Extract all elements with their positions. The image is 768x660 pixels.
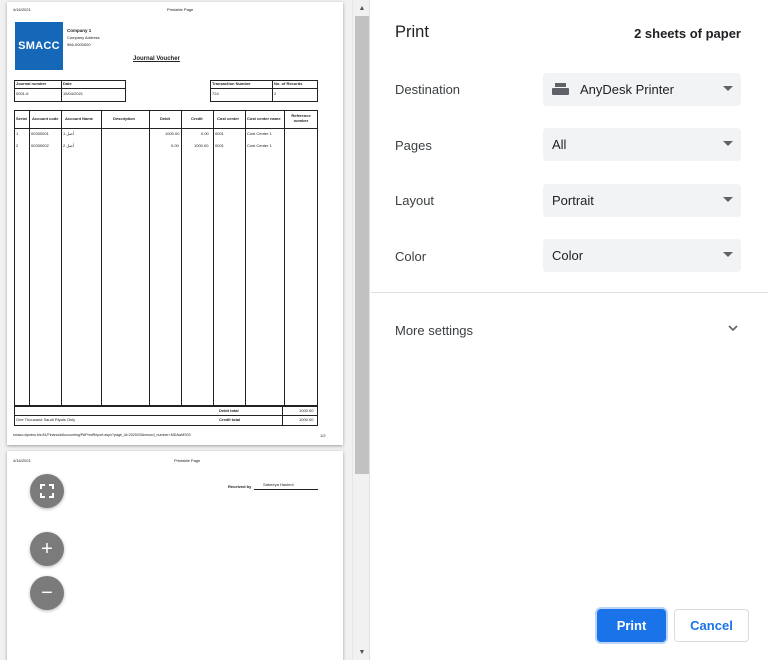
- document-title: Journal Voucher: [133, 56, 180, 62]
- page2-header-title: Printable Page: [174, 458, 201, 463]
- cancel-button[interactable]: Cancel: [674, 609, 749, 642]
- company-address: Company Address: [67, 35, 100, 40]
- col-cost-center-name: Cost center name: [247, 116, 281, 121]
- print-preview-pane: 4/16/2021 Printable Page SMACC Company 1…: [0, 0, 370, 660]
- transaction-number-value: 724: [212, 91, 219, 96]
- table-row-1-name: أصل 1: [63, 131, 74, 136]
- zoom-in-button[interactable]: +: [30, 532, 64, 566]
- zoom-out-button[interactable]: −: [30, 576, 64, 610]
- table-row-2-debit: 0.00: [171, 143, 179, 148]
- dropdown-caret-icon: [723, 141, 733, 146]
- company-logo: SMACC: [15, 22, 63, 70]
- pages-select[interactable]: All: [543, 128, 741, 161]
- pages-label: Pages: [395, 138, 432, 153]
- chevron-down-icon[interactable]: [728, 323, 738, 333]
- printer-icon: [552, 82, 569, 97]
- credit-total-label: Credit total: [219, 417, 241, 422]
- received-by-value: Sabeeya Hashmi: [263, 482, 294, 487]
- color-label: Color: [395, 249, 427, 264]
- dropdown-caret-icon: [723, 197, 733, 202]
- page2-header-date: 4/16/2021: [13, 458, 31, 463]
- table-row-2-costcenter-name: Cost Center 1: [247, 143, 272, 148]
- footer-url: smacc.dyndns.biz:81/FinancialAccounting/…: [13, 433, 191, 437]
- credit-total-value: 1000.00: [299, 417, 314, 422]
- color-select[interactable]: Color: [543, 239, 741, 272]
- table-row-1-credit: 0.00: [201, 131, 209, 136]
- records-label: No. of Records: [274, 81, 303, 86]
- print-dialog: 4/16/2021 Printable Page SMACC Company 1…: [0, 0, 768, 660]
- layout-label: Layout: [395, 193, 435, 208]
- col-serial: Serial: [16, 116, 27, 121]
- dropdown-caret-icon: [723, 252, 733, 257]
- col-account-code: Account code: [32, 116, 59, 121]
- col-description: Description: [113, 116, 136, 121]
- table-row-2-serial: 2: [16, 143, 19, 148]
- journal-number-label: Journal number: [16, 81, 47, 86]
- col-credit: Credit: [191, 116, 203, 121]
- fit-to-page-button[interactable]: [30, 474, 64, 508]
- debit-total-value: 1000.00: [299, 408, 314, 413]
- print-button[interactable]: Print: [597, 609, 666, 642]
- color-value: Color: [552, 248, 584, 263]
- col-cost-center: Cost center: [217, 116, 240, 121]
- layout-value: Portrait: [552, 193, 594, 208]
- table-row-2-code: 00330002: [31, 143, 49, 148]
- received-by-label: Received by: [228, 484, 252, 489]
- section-divider: [371, 292, 768, 293]
- fit-to-page-icon: [40, 484, 54, 498]
- col-debit: Debit: [160, 116, 170, 121]
- date-label: Date: [63, 81, 72, 86]
- table-row-1-costcenter-name: Cost Center 1: [247, 131, 272, 136]
- destination-value: AnyDesk Printer: [580, 82, 674, 97]
- layout-select[interactable]: Portrait: [543, 184, 741, 217]
- table-row-1-code: 00330001: [31, 131, 49, 136]
- table-row-2-costcenter: 0001: [215, 143, 224, 148]
- debit-total-label: Debit total: [219, 408, 239, 413]
- page-header-title: Printable Page: [167, 7, 194, 12]
- page-header-date: 4/16/2021: [13, 7, 31, 12]
- sheet-count: 2 sheets of paper: [634, 26, 741, 41]
- dropdown-caret-icon: [723, 86, 733, 91]
- table-row-2-name: أصل 2: [63, 143, 74, 148]
- scroll-up-arrow-icon[interactable]: ▲: [353, 0, 369, 16]
- table-row-1-serial: 1: [16, 131, 19, 136]
- dialog-title: Print: [395, 23, 429, 41]
- preview-scrollbar[interactable]: ▲ ▼: [352, 0, 369, 660]
- footer-page-number: 1/2: [320, 433, 326, 438]
- voucher-table: [14, 110, 318, 406]
- col-account-name: Account Name: [65, 116, 94, 121]
- scroll-down-arrow-icon[interactable]: ▼: [353, 644, 369, 660]
- journal-number-value: 0001-6: [16, 91, 29, 96]
- col-reference-number: Reference number: [291, 113, 311, 123]
- destination-label: Destination: [395, 82, 461, 97]
- totals-box: [14, 406, 318, 426]
- transaction-number-label: Transaction Number: [212, 81, 251, 86]
- preview-page-1: 4/16/2021 Printable Page SMACC Company 1…: [7, 2, 343, 445]
- table-row-1-debit: 1000.00: [165, 131, 180, 136]
- records-value: 2: [274, 91, 277, 96]
- more-settings-toggle[interactable]: More settings: [395, 323, 473, 338]
- pages-value: All: [552, 137, 567, 152]
- table-row-2-credit: 1000.00: [194, 143, 209, 148]
- destination-select[interactable]: AnyDesk Printer: [543, 73, 741, 106]
- print-settings-panel: Print 2 sheets of paper Destination AnyD…: [371, 0, 768, 660]
- scrollbar-thumb[interactable]: [355, 16, 369, 474]
- company-name: Company 1: [67, 28, 92, 33]
- date-value: 15/04/2021: [63, 91, 84, 96]
- table-row-1-costcenter: 0001: [215, 131, 224, 136]
- amount-in-words: One Thousand Saudi Riyals Only: [16, 417, 76, 422]
- company-phone: 966-0000000: [67, 42, 91, 47]
